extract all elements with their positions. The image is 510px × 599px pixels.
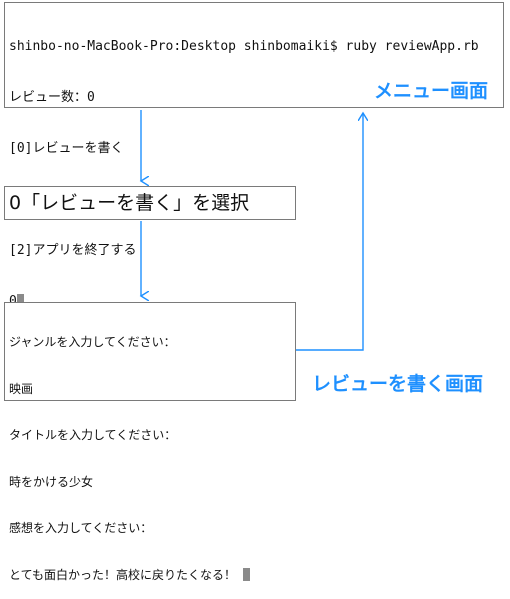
genre-prompt: ジャンルを入力してください：	[9, 335, 176, 349]
genre-value: 映画	[9, 381, 34, 396]
impression-input-text: とても面白かった！高校に戻りたくなる！	[9, 567, 237, 582]
review-screen-terminal: ジャンルを入力してください： 映画 タイトルを入力してください： 時をかける少女…	[4, 302, 296, 582]
menu-option-quit: [2]アプリを終了する	[9, 243, 137, 258]
impression-prompt: 感想を入力してください：	[9, 521, 153, 535]
title-prompt: タイトルを入力してください：	[9, 428, 177, 442]
impression-input-line[interactable]: とても面白かった！高校に戻りたくなる！	[9, 567, 295, 584]
terminal-command-line: shinbo-no-MacBook-Pro:Desktop shinbomaik…	[9, 39, 479, 54]
text-cursor	[243, 567, 251, 581]
review-screen-label: レビューを書く画面	[312, 373, 484, 395]
menu-screen-label: メニュー画面	[373, 80, 488, 102]
action-select-write-review: 0「レビューを書く」を選択	[4, 186, 296, 220]
title-value: 時をかける少女	[9, 474, 94, 489]
menu-option-write: [0]レビューを書く	[9, 141, 124, 156]
